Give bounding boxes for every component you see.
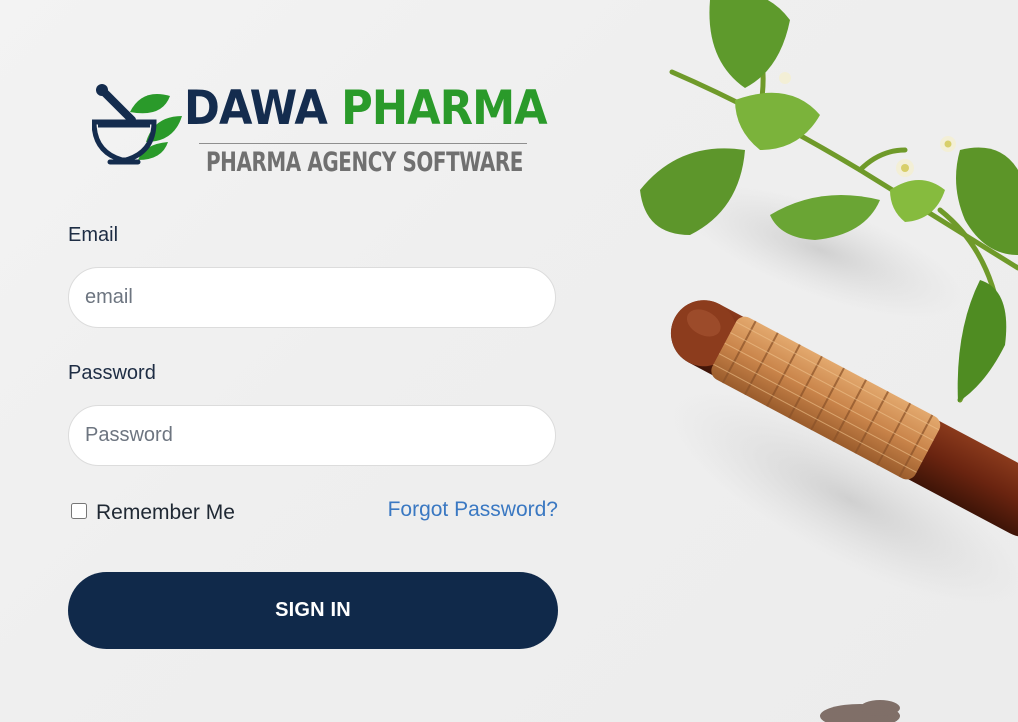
brand-logo: DAWA PHARMA PHARMA AGENCY SOFTWARE (92, 80, 548, 180)
email-label: Email (68, 224, 119, 246)
brand-tagline: PHARMA AGENCY SOFTWARE (206, 147, 524, 178)
password-label: Password (68, 362, 156, 384)
remember-me-checkbox[interactable] (71, 503, 87, 519)
email-input[interactable] (68, 267, 556, 328)
forgot-password-link[interactable]: Forgot Password? (388, 498, 558, 522)
remember-me: Remember Me (71, 499, 235, 525)
remember-me-label[interactable]: Remember Me (96, 501, 235, 525)
brand-name-pharma: PHARMA (341, 81, 548, 136)
mortar-pestle-leaf-icon (92, 84, 182, 165)
password-input[interactable] (68, 405, 556, 466)
tagline-divider (199, 143, 527, 144)
brand-name: DAWA PHARMA (184, 81, 548, 136)
brand-name-dawa: DAWA (184, 81, 328, 136)
sign-in-button[interactable]: SIGN IN (68, 572, 558, 649)
